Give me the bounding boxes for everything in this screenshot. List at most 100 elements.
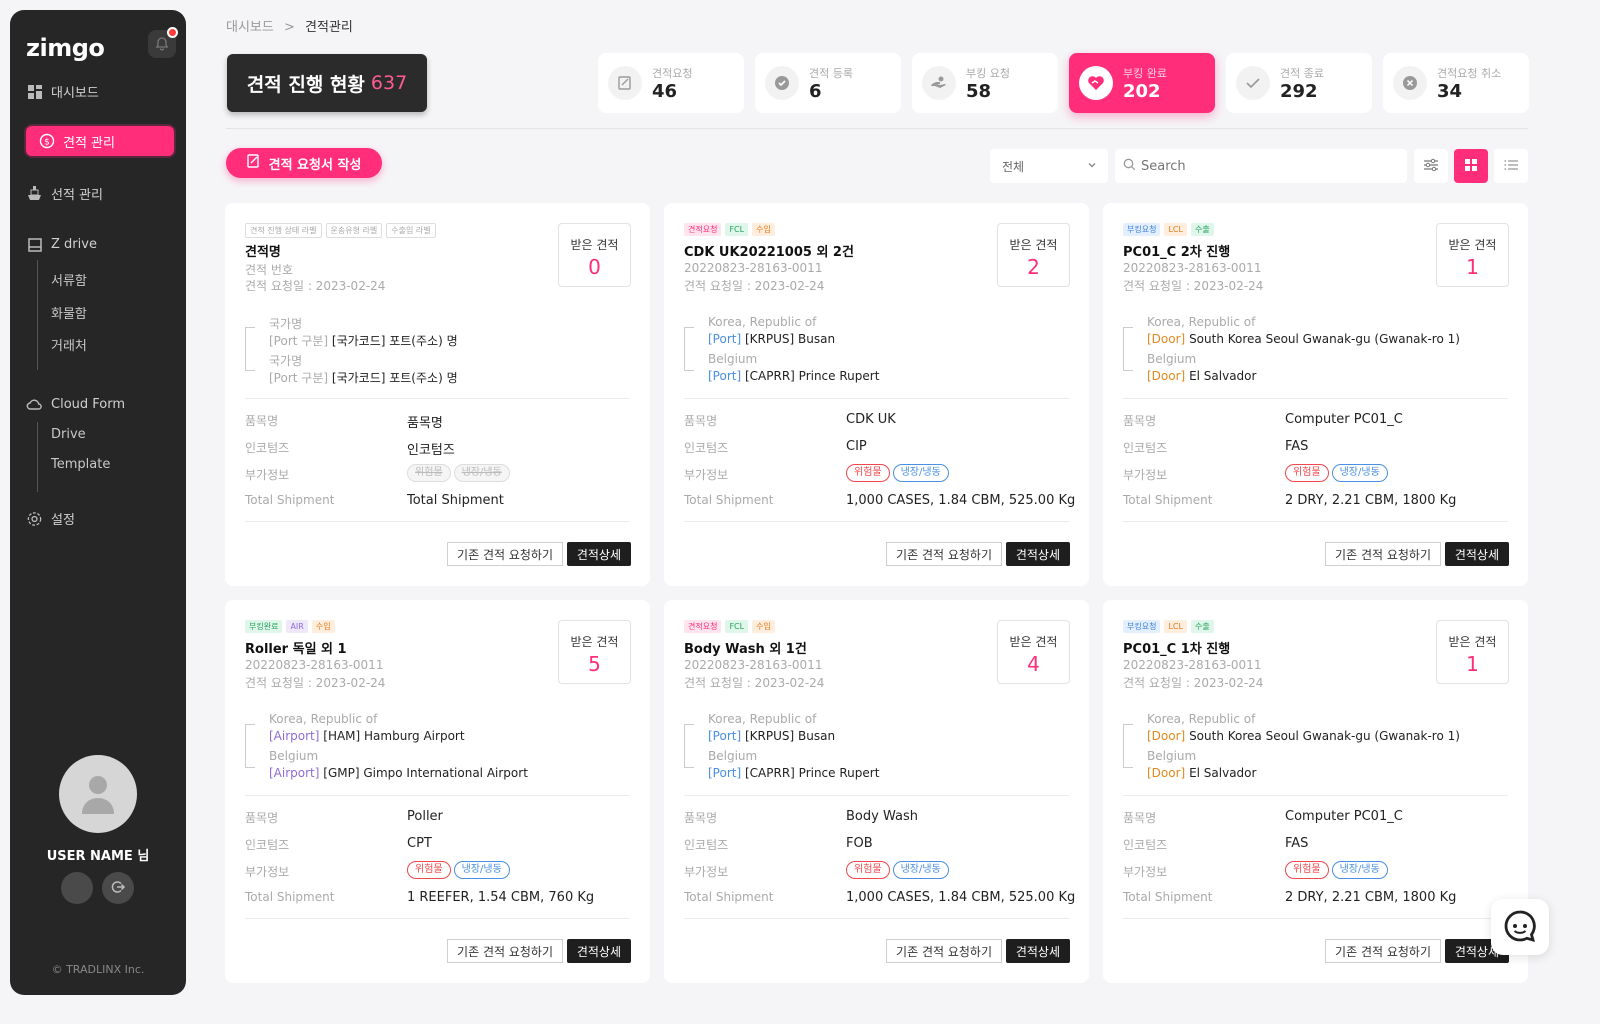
- sidebar-item-settings[interactable]: 설정: [26, 509, 75, 528]
- sidebar-item-cloudform[interactable]: Cloud Form: [26, 396, 125, 413]
- grid-view-button[interactable]: [1454, 149, 1488, 183]
- route-connector: [1123, 327, 1133, 371]
- request-existing-quote-button[interactable]: 기존 견적 요청하기: [1325, 939, 1441, 963]
- shipment-label: Total Shipment: [1123, 493, 1213, 507]
- extra-info-label: 부가정보: [1123, 865, 1168, 879]
- search-icon: [1123, 158, 1136, 175]
- extra-info-badge: 냉장/냉동: [1331, 861, 1388, 879]
- list-view-button[interactable]: [1494, 149, 1528, 183]
- stat-quote-closed[interactable]: 견적 종료 292: [1226, 53, 1372, 113]
- received-label: 받은 견적: [570, 635, 619, 649]
- sidebar-subitem-documents[interactable]: 서류함: [51, 270, 87, 289]
- sidebar-subitem-drive[interactable]: Drive: [51, 427, 86, 442]
- destination-country: 국가명: [269, 354, 303, 368]
- tag-group: 견적요청 FCL 수입: [684, 223, 775, 236]
- extra-info-badges: 위험물 냉장/냉동: [846, 464, 952, 482]
- filter-settings-button[interactable]: [1414, 149, 1448, 183]
- quote-card[interactable]: 부킹요청 LCL 수출 PC01_C 1차 진행 20220823-28163-00…: [1103, 600, 1528, 983]
- received-quotes-box: 받은 견적 4: [997, 620, 1070, 684]
- moon-icon: [69, 879, 85, 898]
- stat-quote-registered[interactable]: 견적 등록 6: [755, 53, 901, 113]
- quote-card[interactable]: 견적요청 FCL 수입 CDK UK20221005 외 2건 20220823-2…: [664, 203, 1089, 586]
- avatar[interactable]: [59, 755, 137, 833]
- breadcrumb-current: 견적관리: [305, 20, 353, 35]
- quote-request-date: 견적 요청일 : 2023-02-24: [245, 279, 386, 293]
- stat-booking-request[interactable]: 부킹 요청 58: [912, 53, 1058, 113]
- cloud-icon: [26, 396, 43, 413]
- divider: [245, 398, 630, 399]
- sidebar-item-label: 대시보드: [51, 86, 99, 101]
- shipment-label: Total Shipment: [684, 890, 774, 904]
- extra-info-badge: 위험물: [1285, 464, 1329, 482]
- request-existing-quote-button[interactable]: 기존 견적 요청하기: [447, 939, 563, 963]
- request-existing-quote-button[interactable]: 기존 견적 요청하기: [886, 542, 1002, 566]
- item-value: Computer PC01_C: [1285, 809, 1403, 824]
- create-quote-request-button[interactable]: 견적 요청서 작성: [226, 148, 382, 178]
- item-label: 품목명: [245, 811, 279, 825]
- sidebar-subitem-partners[interactable]: 거래처: [51, 335, 87, 354]
- bell-icon[interactable]: [148, 27, 178, 58]
- breadcrumb: 대시보드 > 견적관리: [226, 16, 353, 35]
- quote-card[interactable]: 견적요청 FCL 수입 Body Wash 외 1건 20220823-28163-…: [664, 600, 1089, 983]
- search-input[interactable]: [1141, 158, 1391, 174]
- stat-quote-cancelled[interactable]: 견적요청 취소 34: [1383, 53, 1529, 113]
- quote-detail-button[interactable]: 견적상세: [1005, 542, 1070, 566]
- quote-card[interactable]: 부킹요청 LCL 수출 PC01_C 2차 진행 20220823-28163-00…: [1103, 203, 1528, 586]
- item-label: 품목명: [1123, 811, 1157, 825]
- received-label: 받은 견적: [1009, 238, 1058, 252]
- logout-button[interactable]: [102, 872, 134, 904]
- route-info: Korea, Republic of [Door] South Korea Se…: [1123, 712, 1503, 796]
- breadcrumb-parent[interactable]: 대시보드: [226, 20, 274, 35]
- dark-mode-toggle[interactable]: [61, 872, 93, 904]
- item-value: Poller: [407, 809, 443, 824]
- sidebar-item-dashboard[interactable]: 대시보드: [26, 82, 99, 101]
- divider: [684, 521, 1069, 522]
- quote-number: 20220823-28163-0011: [684, 261, 823, 275]
- received-label: 받은 견적: [570, 238, 619, 252]
- origin-type: [Port]: [708, 332, 742, 346]
- status-tag: 견적 진행 상태 라벨: [245, 223, 322, 238]
- quote-detail-button[interactable]: 견적상세: [1005, 939, 1070, 963]
- route-info: Korea, Republic of [Port] [KRPUS] Busan …: [684, 315, 1064, 399]
- chatbot-button[interactable]: [1491, 899, 1549, 955]
- stat-value: 292: [1280, 80, 1318, 102]
- quote-detail-button[interactable]: 견적상세: [1444, 542, 1509, 566]
- request-existing-quote-button[interactable]: 기존 견적 요청하기: [447, 542, 563, 566]
- quote-card[interactable]: 부킹완료 AIR 수입 Roller 독일 외 1 20220823-28163-0…: [225, 600, 650, 983]
- quote-title: CDK UK20221005 외 2건: [684, 245, 854, 260]
- quote-detail-button[interactable]: 견적상세: [566, 542, 631, 566]
- stat-label: 견적 종료: [1280, 66, 1324, 80]
- destination-country: Belgium: [708, 352, 758, 366]
- received-label: 받은 견적: [1009, 635, 1058, 649]
- tag-group: 부킹완료 AIR 수입: [245, 620, 335, 633]
- stat-value: 202: [1123, 80, 1161, 102]
- heart-handshake-icon: [1079, 66, 1113, 100]
- stat-quote-request[interactable]: 견적요청 46: [598, 53, 744, 113]
- sidebar-subitem-template[interactable]: Template: [51, 457, 110, 472]
- divider: [1123, 398, 1508, 399]
- item-value: Body Wash: [846, 809, 918, 824]
- origin-port: [KRPUS] Busan: [744, 729, 836, 743]
- request-existing-quote-button[interactable]: 기존 견적 요청하기: [886, 939, 1002, 963]
- sidebar-item-shipment[interactable]: 선적 관리: [26, 184, 103, 203]
- status-tag: 견적요청: [684, 620, 722, 633]
- incoterms-label: 인코텀즈: [245, 838, 290, 852]
- incoterms-value: 인코텀즈: [407, 443, 455, 458]
- stat-booking-complete[interactable]: 부킹 완료 202: [1069, 53, 1215, 113]
- sidebar-subitem-cargo[interactable]: 화물함: [51, 303, 87, 322]
- request-existing-quote-button[interactable]: 기존 견적 요청하기: [1325, 542, 1441, 566]
- tree-line: [37, 422, 38, 492]
- status-filter-select[interactable]: 전체: [990, 149, 1108, 183]
- sidebar-item-zdrive[interactable]: Z drive: [26, 236, 97, 253]
- shipment-label: Total Shipment: [684, 493, 774, 507]
- sidebar-item-quote[interactable]: $ 견적 관리: [26, 126, 174, 156]
- destination-port: [국가코드] 포트(주소) 명: [331, 371, 458, 385]
- quote-number: 20220823-28163-0011: [1123, 261, 1262, 275]
- extra-info-label: 부가정보: [1123, 468, 1168, 482]
- quote-detail-button[interactable]: 견적상세: [566, 939, 631, 963]
- search-bar[interactable]: [1115, 149, 1407, 183]
- extra-info-badge: 냉장/냉동: [453, 464, 510, 482]
- logo[interactable]: zimgo: [26, 34, 105, 62]
- stat-value: 34: [1437, 80, 1463, 102]
- quote-card[interactable]: 견적 진행 상태 라벨 운송유형 라벨 수출입 라벨 견적명 견적 번호 견적 요청…: [225, 203, 650, 586]
